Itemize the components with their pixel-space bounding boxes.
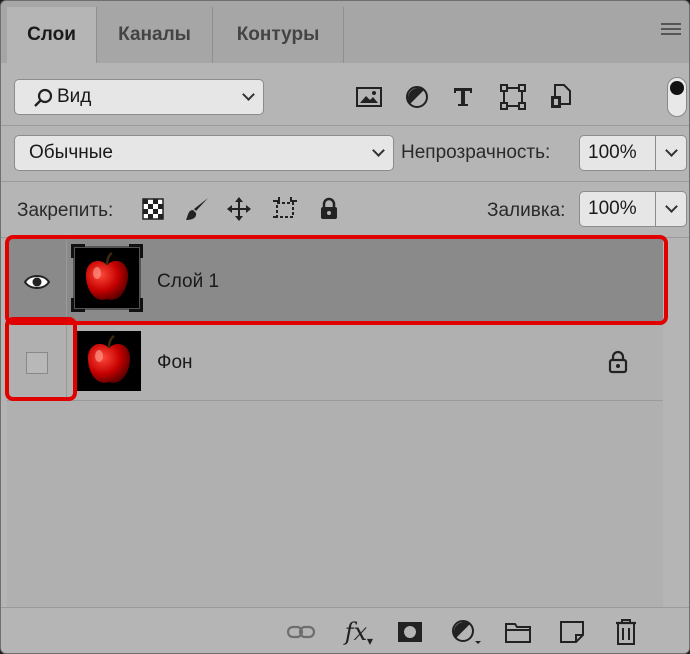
divider: [1, 181, 689, 182]
chevron-down-icon: [242, 88, 255, 101]
divider: [1, 125, 689, 126]
blend-mode-label: Обычные: [29, 142, 113, 163]
filter-toggle-switch[interactable]: [667, 77, 687, 117]
opacity-input[interactable]: 100%: [579, 135, 656, 171]
lock-artboard-icon[interactable]: [271, 195, 299, 223]
adjustment-layer-icon[interactable]: [451, 618, 481, 646]
lock-all-icon[interactable]: [315, 195, 343, 223]
lock-position-icon[interactable]: [225, 195, 253, 223]
type-filter-icon[interactable]: [449, 83, 477, 111]
layer-thumbnail[interactable]: [77, 331, 141, 391]
blend-mode-select[interactable]: Обычные: [14, 135, 394, 171]
tab-layers[interactable]: Слои: [7, 7, 97, 63]
fill-label: Заливка:: [487, 200, 566, 221]
layer-row[interactable]: Фон: [7, 325, 663, 401]
lock-transparent-icon[interactable]: [139, 195, 167, 223]
fx-icon[interactable]: fx ▼: [341, 618, 373, 646]
image-filter-icon[interactable]: [355, 83, 383, 111]
tab-paths-label: Контуры: [236, 24, 320, 45]
chevron-down-icon: [372, 144, 385, 157]
chevron-down-icon: [665, 200, 678, 213]
panel-menu-icon[interactable]: [661, 23, 681, 39]
smart-object-filter-icon[interactable]: [547, 83, 575, 111]
fill-input[interactable]: 100%: [579, 191, 656, 227]
link-layers-icon[interactable]: [286, 618, 316, 646]
fill-dropdown[interactable]: [656, 191, 687, 227]
tab-layers-label: Слои: [27, 24, 76, 45]
new-layer-icon[interactable]: [557, 618, 587, 646]
group-folder-icon[interactable]: [503, 618, 533, 646]
search-icon: [34, 88, 53, 107]
delete-layer-icon[interactable]: [611, 618, 641, 646]
tab-paths[interactable]: Контуры: [213, 7, 344, 63]
lock-icon: [608, 350, 628, 374]
bottom-toolbar: fx ▼: [1, 607, 689, 653]
layers-panel: Слои Каналы Контуры Вид Обычные Непрозра…: [0, 0, 690, 654]
tab-bar: Слои Каналы Контуры: [1, 1, 689, 63]
lock-image-icon[interactable]: [183, 195, 211, 223]
apple-image: [87, 334, 131, 383]
opacity-dropdown[interactable]: [656, 135, 687, 171]
filter-kind-select[interactable]: Вид: [14, 79, 264, 115]
fill-value: 100%: [588, 198, 637, 219]
shape-filter-icon[interactable]: [499, 83, 527, 111]
fx-label: fx: [344, 618, 368, 646]
layer-name: Фон: [157, 351, 193, 373]
tab-channels[interactable]: Каналы: [97, 7, 213, 63]
add-mask-icon[interactable]: [395, 618, 425, 646]
opacity-label: Непрозрачность:: [401, 142, 551, 163]
tab-channels-label: Каналы: [118, 24, 191, 45]
highlight-box: [5, 317, 77, 401]
highlight-box: [5, 235, 668, 325]
lock-label: Закрепить:: [17, 200, 114, 221]
opacity-value: 100%: [588, 142, 637, 163]
filter-kind-label: Вид: [57, 86, 92, 107]
adjustment-filter-icon[interactable]: [403, 83, 431, 111]
chevron-down-icon: [665, 144, 678, 157]
